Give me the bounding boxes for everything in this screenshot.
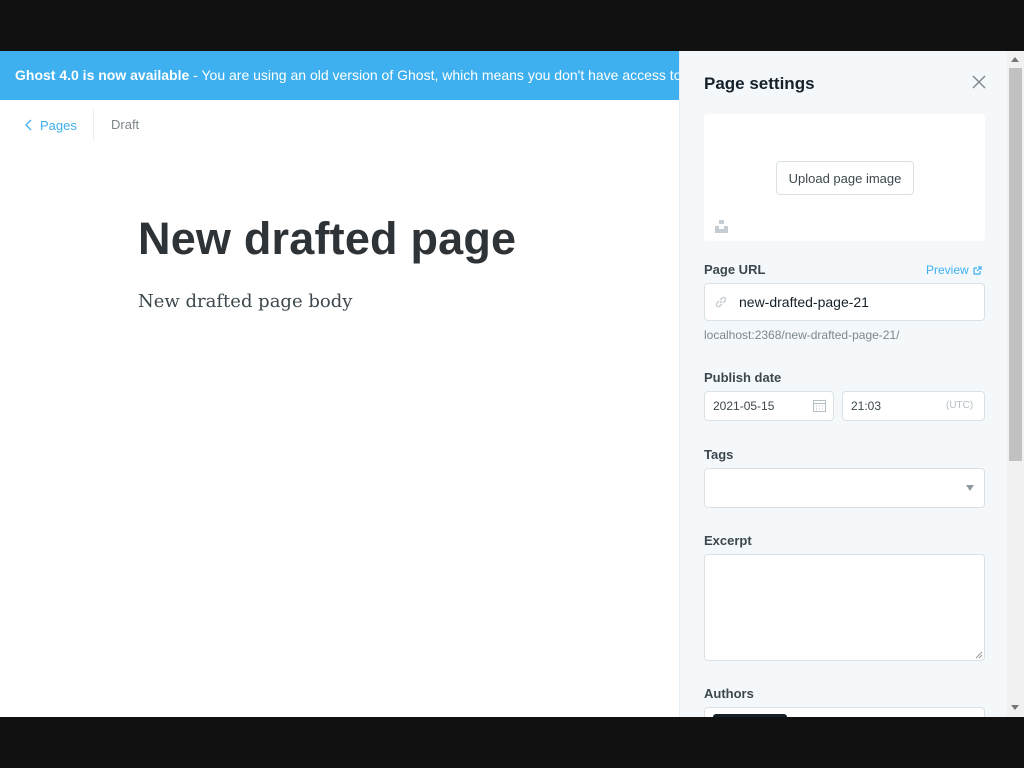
timezone-label: (UTC) bbox=[946, 400, 974, 411]
publish-date-label: Publish date bbox=[704, 370, 782, 385]
scroll-thumb[interactable] bbox=[1009, 68, 1022, 461]
excerpt-textarea[interactable] bbox=[704, 554, 985, 661]
settings-scrollbar[interactable] bbox=[1007, 51, 1024, 717]
page-image-box: Upload page image bbox=[704, 114, 985, 241]
upload-page-image-button[interactable]: Upload page image bbox=[776, 161, 914, 195]
link-icon bbox=[715, 296, 727, 308]
settings-title: Page settings bbox=[704, 74, 815, 93]
scroll-down-arrow-icon[interactable] bbox=[1011, 705, 1019, 710]
editor-header: Pages Draft bbox=[0, 100, 679, 150]
resize-grip-icon[interactable] bbox=[975, 651, 983, 659]
letterbox-bottom bbox=[0, 717, 1024, 768]
draft-status: Draft bbox=[111, 117, 140, 132]
upgrade-banner: Ghost 4.0 is now available - You are usi… bbox=[0, 51, 679, 100]
authors-input[interactable] bbox=[704, 707, 985, 717]
calendar-icon[interactable] bbox=[813, 399, 826, 412]
authors-label: Authors bbox=[704, 686, 754, 701]
caret-down-icon[interactable] bbox=[965, 484, 975, 492]
preview-link[interactable]: Preview bbox=[926, 263, 982, 277]
back-to-pages-link[interactable]: Pages bbox=[25, 114, 77, 136]
close-icon[interactable] bbox=[971, 74, 987, 90]
page-url-input[interactable]: new-drafted-page-21 bbox=[704, 283, 985, 321]
banner-title: Ghost 4.0 is now available bbox=[15, 67, 190, 83]
header-divider bbox=[93, 109, 94, 141]
excerpt-label: Excerpt bbox=[704, 533, 752, 548]
page-settings-panel: Page settings Upload page image Page URL… bbox=[679, 51, 1007, 717]
banner-message: - You are using an old version of Ghost,… bbox=[193, 67, 679, 83]
ghost-editor-app: Ghost 4.0 is now available - You are usi… bbox=[0, 51, 1024, 717]
letterbox-top bbox=[0, 0, 1024, 51]
page-body[interactable]: New drafted page body bbox=[138, 291, 352, 312]
tags-input[interactable] bbox=[704, 468, 985, 508]
url-hint: localhost:2368/new-drafted-page-21/ bbox=[704, 328, 900, 342]
page-title[interactable]: New drafted page bbox=[138, 213, 516, 265]
external-link-icon bbox=[973, 265, 982, 275]
tags-label: Tags bbox=[704, 447, 734, 462]
scroll-up-arrow-icon[interactable] bbox=[1011, 57, 1019, 62]
preview-label: Preview bbox=[926, 263, 969, 277]
unsplash-icon[interactable] bbox=[715, 220, 728, 233]
chevron-left-icon bbox=[25, 119, 32, 131]
back-link-label: Pages bbox=[40, 117, 77, 133]
page-url-label: Page URL bbox=[704, 262, 766, 277]
